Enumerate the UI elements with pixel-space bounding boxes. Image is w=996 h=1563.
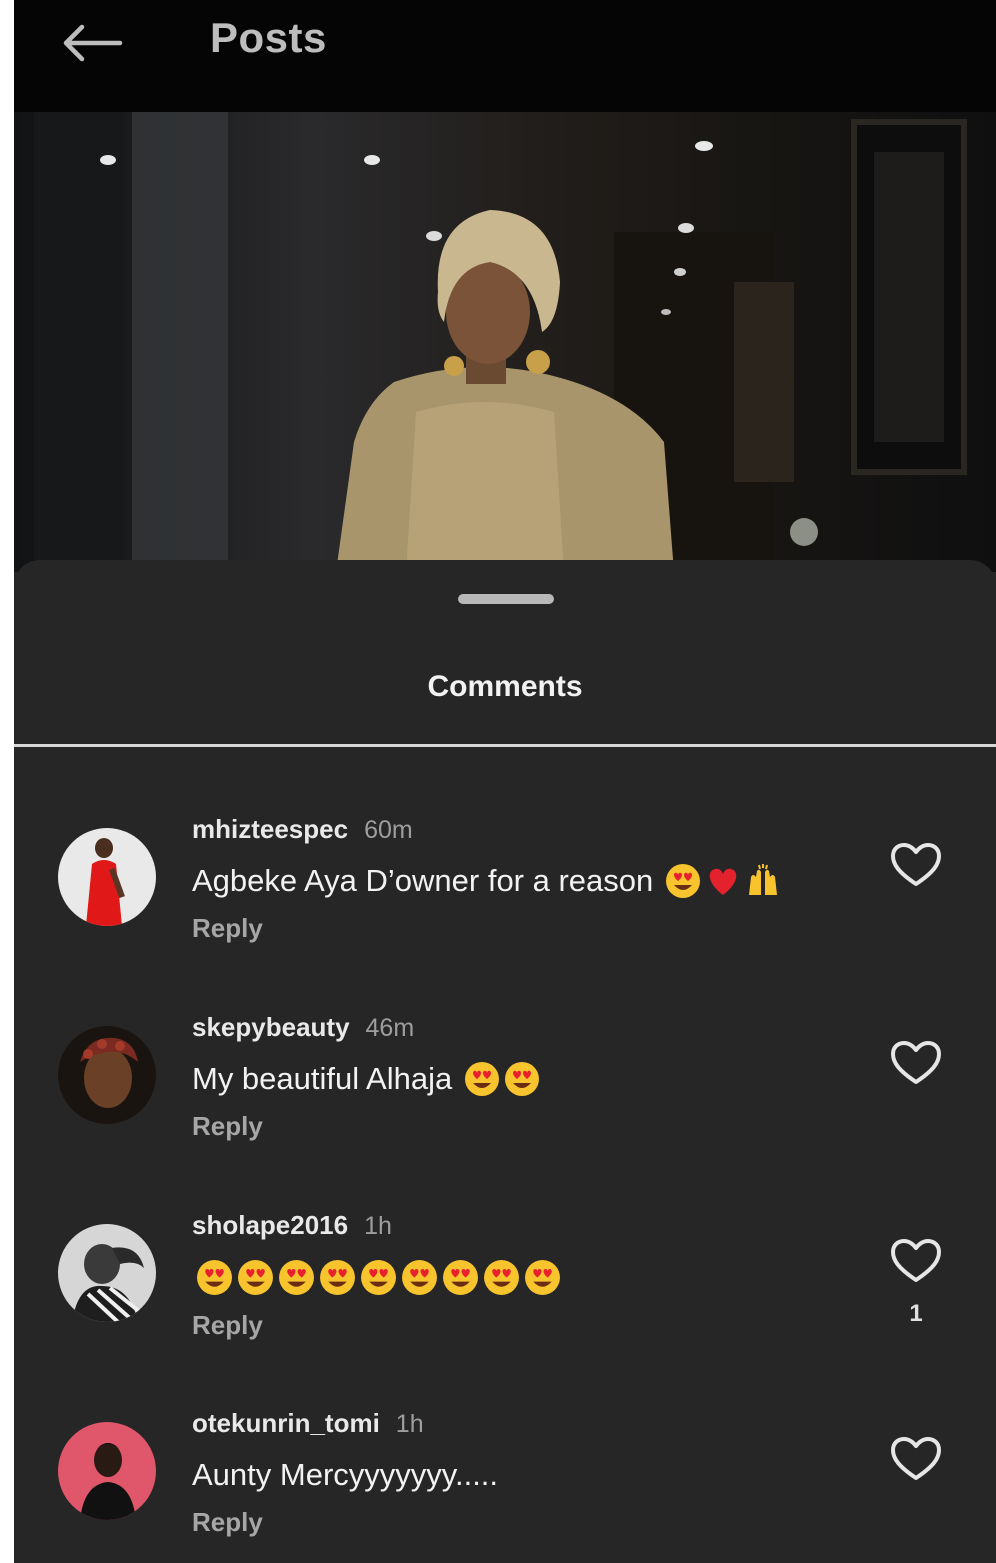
comment-time: 1h [364,1212,392,1240]
comment-text: My beautiful Alhaja [192,1061,453,1096]
app-screen: Posts Comments mhizteespec 60m Agbeke Ay… [14,0,996,1563]
arrow-left-icon [63,24,123,62]
heart-eyes-emoji [505,1062,540,1096]
comments-sheet: Comments mhizteespec 60m Agbeke Aya D’ow… [14,560,996,1563]
comment-time: 60m [364,816,413,844]
like-count: 1 [909,1300,923,1327]
comment-time: 1h [395,1410,424,1438]
comment-text-row [192,1259,561,1296]
heart-eyes-emoji [279,1260,314,1295]
comment-text: Aunty Mercyyyyyyy..... [192,1457,499,1492]
heart-eyes-emoji [320,1260,355,1295]
reply-button[interactable]: Reply [192,1111,540,1142]
heart-eyes-emoji [484,1260,519,1295]
comment-text-row: Aunty Mercyyyyyyy..... [192,1457,498,1493]
post-photo-illustration [34,112,967,572]
heart-eyes-emoji [465,1062,500,1096]
heart-eyes-emoji [361,1260,396,1295]
back-button[interactable] [56,18,128,68]
comment-body: mhizteespec 60m Agbeke Aya D’owner for a… [192,814,781,944]
heart-eyes-emoji [197,1260,232,1295]
comment-username[interactable]: otekunrin_tomi [192,1408,380,1439]
avatar[interactable] [58,1026,156,1124]
comment-time: 46m [365,1014,415,1042]
avatar[interactable] [58,1422,156,1520]
heart-eyes-emoji [443,1260,478,1295]
top-bar: Posts [14,0,996,112]
comment-emojis [464,1061,540,1097]
heart-icon[interactable] [890,1040,942,1086]
heart-icon[interactable] [890,1436,942,1482]
comment-item: skepybeauty 46m My beautiful Alhaja Repl… [14,1012,996,1216]
comment-emojis [196,1259,561,1296]
raised-hands-emoji [749,864,778,895]
heart-eyes-emoji [666,864,701,898]
avatar[interactable] [58,828,156,926]
comment-body: skepybeauty 46m My beautiful Alhaja Repl… [192,1012,540,1142]
drag-handle[interactable] [458,594,554,604]
reply-button[interactable]: Reply [192,1507,498,1538]
comment-body: sholape2016 1h Reply [192,1210,561,1341]
comment-text: Agbeke Aya D’owner for a reason [192,863,654,898]
comment-item: sholape2016 1h Reply 1 [14,1210,996,1414]
page-title: Posts [210,14,327,61]
comment-username[interactable]: skepybeauty [192,1012,350,1043]
comment-item: mhizteespec 60m Agbeke Aya D’owner for a… [14,814,996,1018]
heart-icon[interactable] [890,1238,942,1284]
reply-button[interactable]: Reply [192,1310,561,1341]
divider [14,744,996,747]
comment-emojis [665,863,781,899]
red-heart-emoji [710,868,737,895]
comment-username[interactable]: sholape2016 [192,1210,348,1241]
comments-title: Comments [427,670,583,703]
avatar[interactable] [58,1224,156,1322]
heart-eyes-emoji [402,1260,437,1295]
reply-button[interactable]: Reply [192,913,781,944]
heart-icon[interactable] [890,842,942,888]
heart-eyes-emoji [525,1260,560,1295]
comment-text-row: Agbeke Aya D’owner for a reason [192,863,781,899]
comment-username[interactable]: mhizteespec [192,814,348,845]
comment-item: otekunrin_tomi 1h Aunty Mercyyyyyyy.....… [14,1408,996,1563]
comment-body: otekunrin_tomi 1h Aunty Mercyyyyyyy.....… [192,1408,498,1538]
comment-text-row: My beautiful Alhaja [192,1061,540,1097]
heart-eyes-emoji [238,1260,273,1295]
post-photo[interactable] [14,112,996,572]
